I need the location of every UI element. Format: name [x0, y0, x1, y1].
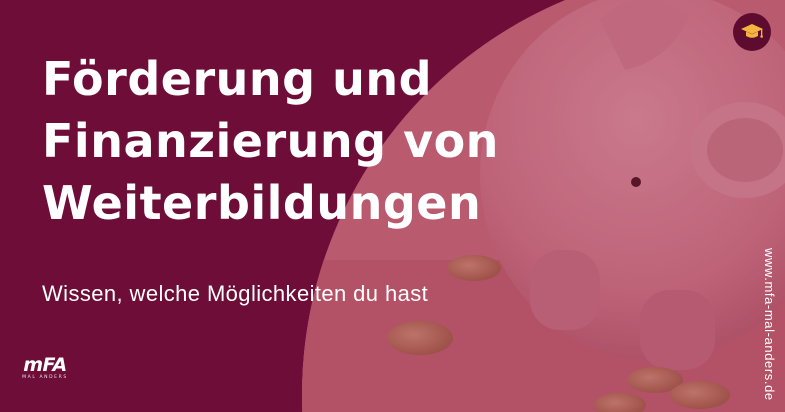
website-url: www.mfa-mal-anders.de: [762, 248, 777, 401]
headline: Förderung und Finanzierung von Weiterbil…: [42, 48, 642, 234]
headline-line-1: Förderung und: [42, 52, 433, 106]
logo-subtitle: MAL ANDERS: [22, 375, 68, 380]
mfa-logo: mFA MAL ANDERS: [18, 355, 72, 385]
subtitle: Wissen, welche Möglichkeiten du hast: [42, 281, 429, 306]
logo-mark: mFA: [23, 354, 67, 376]
headline-line-3: Weiterbildungen: [42, 176, 482, 230]
graduation-cap-icon: [741, 24, 763, 38]
graduation-badge: [733, 13, 771, 51]
headline-line-2: Finanzierung von: [42, 114, 499, 168]
